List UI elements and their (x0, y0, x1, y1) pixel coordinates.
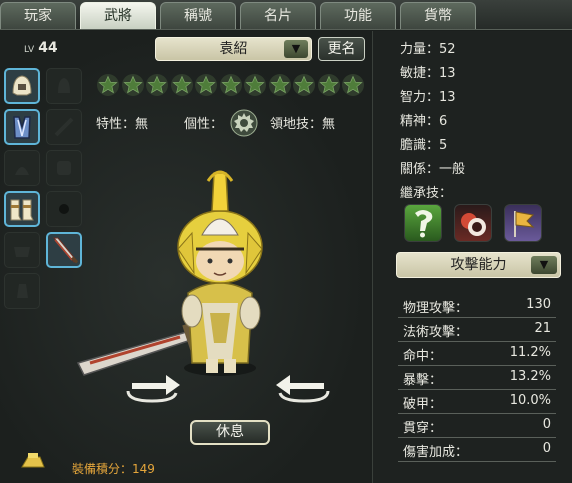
stat-name: 破甲： (403, 397, 443, 412)
equip-slot-empty[interactable] (4, 232, 40, 268)
star-icon (293, 74, 315, 96)
equip-slot-empty[interactable] (46, 68, 82, 104)
tab-functions[interactable]: 功能 (320, 2, 396, 29)
green-question-skill-icon[interactable] (404, 204, 442, 242)
trait-label: 特性：無 (96, 117, 149, 132)
stat-name: 命中： (403, 349, 443, 364)
territory-skill-label: 領地技：無 (270, 117, 336, 132)
equip-slot-armor[interactable] (4, 109, 40, 145)
equip-slot-helmet[interactable] (4, 68, 40, 104)
stat-row: 貫穿： 0 (398, 414, 556, 438)
stat-name: 暴擊： (403, 373, 443, 388)
tab-title[interactable]: 稱號 (160, 2, 236, 29)
equipment-score: 裝備積分：149 (72, 462, 155, 476)
attr-spirit: 精神：6 (400, 114, 448, 129)
rotate-left-arrow-icon[interactable] (122, 365, 184, 407)
empty-slot-icon (5, 233, 39, 267)
chevron-down-icon[interactable]: ▼ (284, 40, 308, 58)
tab-bar: 玩家 武將 稱號 名片 功能 貨幣 (0, 0, 572, 30)
attr-relationship: 關係：一般 (400, 162, 466, 177)
star-icon (146, 74, 168, 96)
level-display: LV 44 (24, 40, 58, 56)
attr-agility: 敏捷：13 (400, 66, 456, 81)
rename-button[interactable]: 更名 (318, 37, 365, 61)
stat-name: 傷害加成： (403, 445, 469, 460)
star-icon (97, 74, 119, 96)
stat-name: 物理攻擊： (403, 301, 469, 316)
star-rating (96, 73, 366, 97)
general-name: 袁紹 (219, 41, 248, 57)
helmet-icon (6, 70, 38, 102)
empty-slot-icon (47, 110, 81, 144)
stat-value: 130 (526, 297, 551, 312)
red-dark-skill-icon[interactable] (454, 204, 492, 242)
equip-slot-empty[interactable] (4, 150, 40, 186)
section-label: 攻擊能力 (450, 257, 507, 273)
equip-slot-empty[interactable] (46, 109, 82, 145)
tab-general[interactable]: 武將 (80, 2, 156, 29)
star-icon (121, 74, 144, 96)
chevron-down-icon[interactable]: ▼ (531, 256, 557, 274)
attr-strength: 力量：52 (400, 42, 456, 57)
empty-slot-icon (5, 151, 39, 185)
attr-intelligence: 智力：13 (400, 90, 456, 105)
armor-icon (6, 111, 38, 143)
stat-value: 10.0% (509, 393, 551, 408)
star-icon (195, 74, 217, 96)
stat-row: 破甲： 10.0% (398, 390, 556, 414)
attack-ability-select[interactable]: 攻擊能力 ▼ (396, 252, 561, 278)
stat-value: 0 (542, 441, 551, 456)
stat-value: 0 (542, 417, 551, 432)
attr-courage: 膽識：5 (400, 138, 448, 153)
stat-row: 命中： 11.2% (398, 342, 556, 366)
star-icon (317, 74, 340, 96)
rest-button[interactable]: 休息 (190, 420, 270, 445)
personality-gear-icon[interactable] (229, 108, 259, 138)
empty-slot-icon (5, 274, 39, 308)
star-icon (268, 74, 291, 96)
stat-row: 暴擊： 13.2% (398, 366, 556, 390)
general-panel: LV 44 袁紹 ▼ 更名 特性：無 個性： 領地技：無 休息 裝備積分：149 (0, 31, 370, 483)
boots-icon (6, 193, 38, 225)
stat-name: 法術攻擊： (403, 325, 469, 340)
stat-value: 21 (534, 321, 551, 336)
equipment-score-icon (21, 453, 45, 468)
star-icon (170, 74, 193, 96)
attr-inherit-skill: 繼承技： (400, 186, 453, 201)
tab-namecard[interactable]: 名片 (240, 2, 316, 29)
empty-slot-icon (47, 69, 81, 103)
personality-label: 個性： (184, 117, 224, 132)
equip-slot-boots[interactable] (4, 191, 40, 227)
stat-row: 物理攻擊： 130 (398, 294, 556, 318)
stat-row: 法術攻擊： 21 (398, 318, 556, 342)
star-icon (244, 74, 266, 96)
general-name-select[interactable]: 袁紹 ▼ (155, 37, 312, 61)
level-value: 44 (38, 40, 58, 56)
rotate-right-arrow-icon[interactable] (272, 365, 334, 407)
stat-row: 傷害加成： 0 (398, 438, 556, 462)
level-prefix: LV (24, 45, 35, 55)
star-icon (342, 74, 364, 96)
tab-currency[interactable]: 貨幣 (400, 2, 476, 29)
equip-slot-empty[interactable] (4, 273, 40, 309)
stats-panel: 力量：52 敏捷：13 智力：13 精神：6 膽識：5 關係：一般 繼承技： 攻… (372, 31, 572, 483)
star-icon (219, 74, 242, 96)
stat-value: 11.2% (509, 345, 551, 360)
flag-skill-icon[interactable] (504, 204, 542, 242)
stat-value: 13.2% (509, 369, 551, 384)
stat-name: 貫穿： (403, 421, 443, 436)
tab-player[interactable]: 玩家 (0, 2, 76, 29)
